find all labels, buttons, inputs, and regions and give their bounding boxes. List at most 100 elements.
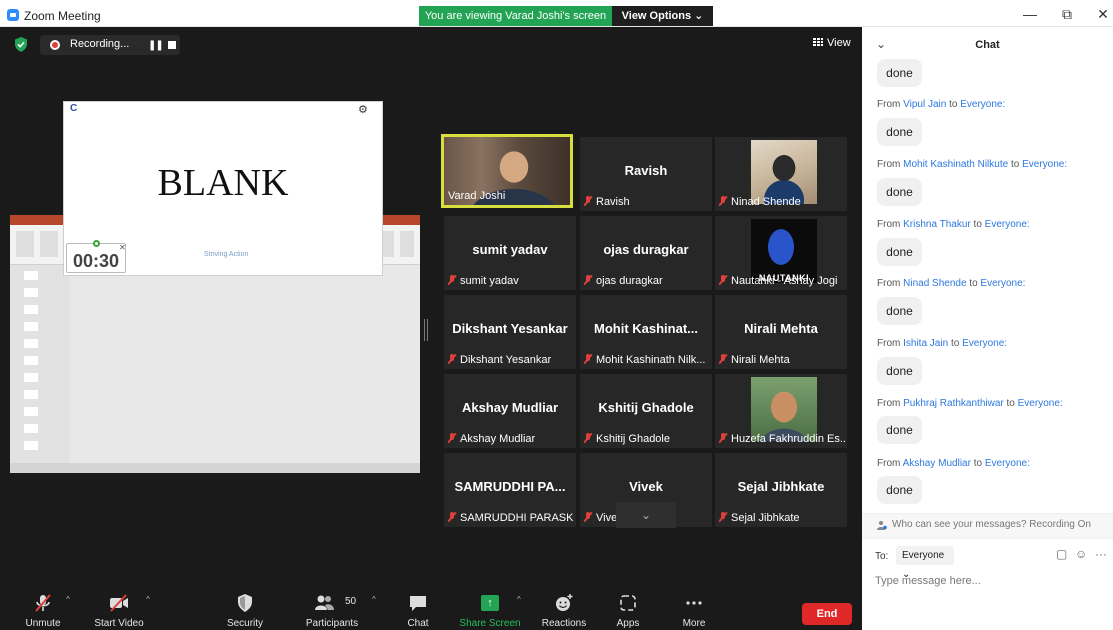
recording-dot-icon	[50, 40, 60, 50]
video-tile[interactable]: Sejal Jibhkate Sejal Jibhkate	[715, 453, 847, 527]
recipient-select[interactable]: Everyone ⌄	[896, 546, 954, 580]
participant-name: Akshay Mudliar	[461, 400, 559, 415]
timer-status-icon	[93, 240, 100, 247]
security-button[interactable]: Security	[220, 585, 270, 630]
start-video-button[interactable]: Start Video	[90, 585, 148, 630]
stop-recording-icon[interactable]	[168, 41, 176, 49]
meeting-area: Recording... ❚❚ View C ⚙ BLANK Striving …	[0, 27, 862, 630]
shield-icon[interactable]	[14, 37, 28, 52]
gallery-next-page-button[interactable]: ⌄	[616, 502, 676, 528]
more-options-icon[interactable]: ···	[1095, 547, 1107, 561]
apps-icon	[620, 595, 636, 611]
mic-muted-icon	[584, 512, 592, 522]
video-tile[interactable]: Varad Joshi	[441, 134, 573, 208]
chat-message-header: From Akshay Mudliar to Everyone:	[877, 458, 1030, 469]
title-bar: Zoom Meeting You are viewing Varad Joshi…	[0, 0, 1113, 27]
audio-options-chevron-icon[interactable]: ^	[66, 595, 70, 604]
sender-name[interactable]: Vipul Jain	[903, 99, 946, 110]
slide-logo: C	[70, 103, 78, 114]
end-meeting-button[interactable]: End	[802, 603, 852, 625]
video-tile[interactable]: Ravish Ravish	[580, 137, 712, 211]
video-tile[interactable]: Dikshant Yesankar Dikshant Yesankar	[444, 295, 576, 369]
video-tile[interactable]: ojas duragkar ojas duragkar	[580, 216, 712, 290]
chat-message-header: From Pukhraj Rathkanthiwar to Everyone:	[877, 398, 1063, 409]
share-options-chevron-icon[interactable]: ^	[517, 595, 521, 604]
close-icon[interactable]: ✕	[1093, 5, 1113, 23]
video-tile[interactable]: Kshitij Ghadole Kshitij Ghadole	[580, 374, 712, 448]
sender-name[interactable]: Pukhraj Rathkanthiwar	[903, 398, 1004, 409]
recipient-name[interactable]: Everyone:	[1018, 398, 1063, 409]
participant-photo	[751, 377, 817, 441]
video-tile[interactable]: Akshay Mudliar Akshay Mudliar	[444, 374, 576, 448]
chat-header: ⌄ Chat	[862, 27, 1113, 63]
tile-label: Nirali Mehta	[719, 354, 845, 366]
recipient-name[interactable]: Everyone:	[985, 219, 1030, 230]
video-options-chevron-icon[interactable]: ^	[146, 595, 150, 604]
chat-message-bubble: done	[877, 357, 922, 385]
video-off-icon	[110, 594, 128, 612]
recipient-name[interactable]: Everyone:	[960, 99, 1005, 110]
person-eye-icon	[877, 521, 887, 530]
participant-name: sumit yadav	[472, 242, 548, 257]
video-tile[interactable]: SAMRUDDHI PA... SAMRUDDHI PARASK...	[444, 453, 576, 527]
unmute-label: Unmute	[25, 618, 61, 629]
apps-button[interactable]: Apps	[606, 585, 650, 630]
sender-name[interactable]: Krishna Thakur	[903, 219, 971, 230]
tile-label: ojas duragkar	[584, 275, 710, 287]
video-tile[interactable]: Huzefa Fakhruddin Es...	[715, 374, 847, 448]
sender-name[interactable]: Akshay Mudliar	[903, 458, 971, 469]
chat-message-input[interactable]	[875, 572, 1100, 590]
participants-icon	[315, 595, 335, 610]
participants-button[interactable]: 50 Participants	[300, 585, 364, 630]
start-video-label: Start Video	[94, 618, 144, 629]
participants-chevron-icon[interactable]: ^	[372, 595, 376, 604]
recipient-name[interactable]: Everyone:	[962, 338, 1007, 349]
minimize-icon[interactable]: —	[1020, 5, 1040, 23]
privacy-note-link[interactable]: Who can see your messages? Recording On	[892, 519, 1091, 530]
unmute-button[interactable]: Unmute	[14, 585, 72, 630]
video-tile[interactable]: Ninad Shende	[715, 137, 847, 211]
restore-icon[interactable]: ⧉	[1057, 5, 1077, 23]
recipient-name[interactable]: Everyone:	[1022, 159, 1067, 170]
mic-muted-icon	[448, 512, 456, 522]
zoom-logo-icon	[7, 9, 19, 21]
tile-label: SAMRUDDHI PARASK...	[448, 512, 574, 524]
mic-muted-icon	[719, 433, 727, 443]
chat-message-header: From Ninad Shende to Everyone:	[877, 278, 1026, 289]
view-button[interactable]: View	[813, 37, 851, 49]
apps-label: Apps	[616, 618, 640, 629]
recording-label: Recording...	[70, 38, 130, 50]
video-tile[interactable]: sumit yadav sumit yadav	[444, 216, 576, 290]
emoji-icon[interactable]: ☺	[1075, 547, 1087, 561]
sender-name[interactable]: Ninad Shende	[903, 278, 966, 289]
screen-share-banner: You are viewing Varad Joshi's screen	[419, 6, 612, 26]
pause-recording-icon[interactable]: ❚❚	[148, 40, 164, 51]
sender-name[interactable]: Mohit Kashinath Nilkute	[903, 159, 1008, 170]
tile-label: Mohit Kashinath Nilk...	[584, 354, 710, 366]
timer-close-icon: ✕	[119, 243, 126, 252]
video-tile[interactable]: Nirali Mehta Nirali Mehta	[715, 295, 847, 369]
view-options-button[interactable]: View Options ⌄	[612, 6, 713, 26]
chat-message-bubble: done	[877, 178, 922, 206]
share-screen-icon: ↑	[481, 595, 499, 611]
reactions-button[interactable]: Reactions	[538, 585, 590, 630]
recipient-label: To:	[875, 551, 889, 562]
meeting-toolbar: Unmute ^ Start Video ^ Security 50 Parti…	[0, 585, 862, 630]
video-tile[interactable]: NAUTANKI Nautanki - Ashay Jogi	[715, 216, 847, 290]
more-button[interactable]: More	[672, 585, 716, 630]
participant-name: Dikshant Yesankar	[452, 321, 568, 336]
recipient-name[interactable]: Everyone:	[985, 458, 1030, 469]
split-handle[interactable]	[424, 319, 428, 341]
sender-name[interactable]: Ishita Jain	[903, 338, 948, 349]
recipient-name[interactable]: Everyone:	[980, 278, 1025, 289]
chat-message-header: From Mohit Kashinath Nilkute to Everyone…	[877, 159, 1068, 170]
video-tile[interactable]: Mohit Kashinat... Mohit Kashinath Nilk..…	[580, 295, 712, 369]
file-icon[interactable]: ▢	[1056, 547, 1067, 561]
tile-label: Huzefa Fakhruddin Es...	[719, 433, 845, 445]
chat-message-header: From Vipul Jain to Everyone:	[877, 99, 1006, 110]
gear-icon: ⚙	[358, 104, 368, 116]
share-screen-button[interactable]: ↑ Share Screen	[458, 585, 522, 630]
chat-title: Chat	[975, 39, 1000, 51]
participant-name: Vivek	[629, 479, 663, 494]
chat-button[interactable]: Chat	[400, 585, 436, 630]
